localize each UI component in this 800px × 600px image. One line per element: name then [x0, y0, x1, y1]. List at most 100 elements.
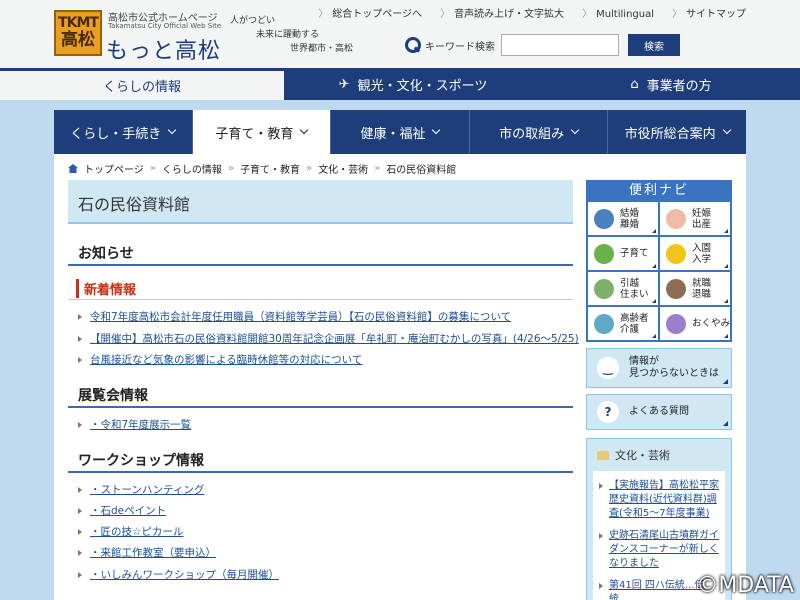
nav-torikumi[interactable]: 市の取組み: [470, 110, 609, 154]
slogan-line: 世界都市・高松: [290, 44, 354, 54]
benri-navi-title: 便利ナビ: [586, 180, 732, 202]
sidebar: 便利ナビ 結婚 離婚 妊娠 出産 子育て 入園 入学 引越 住まい 就職 退職 …: [586, 180, 732, 600]
util-link-top[interactable]: 〉総合トップページへ: [318, 5, 422, 20]
crumb-separator-icon: »: [306, 163, 313, 174]
nav-kenko[interactable]: 健康・福祉: [331, 110, 470, 154]
site-title[interactable]: もっと高松: [106, 33, 221, 65]
logo-text: TKMT: [58, 15, 99, 31]
list-item: 【開催中】高松市石の民俗資料館開館30周年記念企画展「牟礼町・庵治町むかしの写真…: [78, 331, 579, 346]
chevron-down-icon: [722, 125, 731, 135]
question-icon: ?: [597, 401, 619, 423]
exhibit-link[interactable]: ・令和7年度展示一覧: [90, 417, 191, 432]
benri-navi-grid: 結婚 離婚 妊娠 出産 子育て 入園 入学 引越 住まい 就職 退職 高齢者 介…: [586, 202, 732, 342]
util-link-multilingual[interactable]: 〉 Multilingual: [582, 5, 654, 20]
section-heading-exhibit: 展覧会情報: [78, 388, 148, 404]
chevron-right-icon: 〉: [582, 9, 593, 20]
school-hat-icon: [666, 243, 686, 264]
watermark: ©MDATA: [696, 573, 794, 598]
bullet-arrow-icon: [78, 335, 82, 342]
bullet-arrow-icon: [599, 583, 603, 589]
subheading-divider: [68, 299, 573, 300]
bullet-arrow-icon: [78, 313, 82, 320]
bullet-arrow-icon: [78, 528, 82, 535]
city-logo[interactable]: TKMT 高松: [54, 10, 102, 56]
not-found-button[interactable]: ‿ 情報が 見つからないときは: [586, 348, 732, 388]
bullet-arrow-icon: [78, 356, 82, 363]
list-item: 台風接近など気象の影響による臨時休館等の対応について: [78, 352, 362, 367]
list-item: ・石deペイント: [78, 503, 166, 518]
tab-jigyosha[interactable]: ⌂ 事業者の方: [542, 68, 800, 100]
utility-links: 〉総合トップページへ 〉音声読み上げ・文字拡大 〉 Multilingual 〉サ…: [318, 5, 746, 20]
chevron-right-icon: 〉: [672, 9, 682, 20]
tab-kanko[interactable]: ✈ 観光・文化・スポーツ: [284, 68, 542, 100]
list-item: ・いしみんワークショップ（毎月開催）: [78, 567, 279, 582]
search-input[interactable]: [501, 34, 619, 56]
chevron-right-icon: 〉: [440, 9, 451, 20]
faq-button[interactable]: ? よくある質問: [586, 394, 732, 430]
benri-item-condolence[interactable]: おくやみ: [660, 307, 730, 340]
section-divider: [68, 406, 573, 408]
benri-item-employment[interactable]: 就職 退職: [660, 272, 730, 305]
crumb-link[interactable]: 子育て・教育: [240, 161, 300, 176]
page-title: 石の民俗資料館: [68, 180, 573, 224]
benri-item-elderly[interactable]: 高齢者 介護: [588, 307, 658, 340]
chevron-down-icon: [570, 125, 580, 135]
main-nav: くらし・手続き 子育て・教育 健康・福祉 市の取組み 市役所総合案内: [54, 110, 746, 154]
util-link-voice[interactable]: 〉音声読み上げ・文字拡大: [440, 5, 564, 20]
pencil-icon: [594, 243, 614, 264]
benri-item-marriage[interactable]: 結婚 離婚: [588, 202, 658, 235]
site-header: TKMT 高松 高松市公式ホームページ Takamatsu City Offic…: [0, 0, 800, 68]
list-item: ・匠の技☆ピカール: [78, 524, 183, 539]
slogan: 人がつどい 未来に躍動する 世界都市・高松: [230, 14, 353, 56]
crumb-link[interactable]: トップページ: [84, 161, 144, 176]
news-link[interactable]: 台風接近など気象の影響による臨時休館等の対応について: [90, 352, 362, 367]
workshop-link[interactable]: ・石deペイント: [90, 503, 166, 518]
home-icon: [68, 164, 78, 173]
search-icon: [405, 37, 421, 53]
list-item: ・来館工作教室（要申込）: [78, 545, 216, 560]
crumb-link[interactable]: 文化・芸術: [318, 161, 368, 176]
crumb-link[interactable]: くらしの情報: [162, 161, 222, 176]
house-icon: [594, 278, 614, 299]
section-heading-news: お知らせ: [78, 246, 134, 262]
list-item: 史跡石清尾山古墳群ガイダンスコーナーが新しくなりました: [599, 529, 719, 571]
tab-kurashi[interactable]: くらしの情報: [0, 68, 284, 100]
search-area: キーワード検索 検索: [405, 34, 680, 56]
site-name-en: Takamatsu City Official Web Site: [108, 22, 222, 30]
workshop-link[interactable]: ・ストーンハンティング: [90, 482, 204, 497]
benri-item-moving[interactable]: 引越 住まい: [588, 272, 658, 305]
chevron-down-icon: [432, 125, 441, 135]
culture-link[interactable]: 【実施報告】高松松平家歴史資料(近代資料群)調査(令和5～7年度事業): [609, 479, 719, 521]
crumb-separator-icon: »: [227, 163, 235, 174]
airplane-icon: ✈: [338, 76, 350, 92]
news-link[interactable]: 【開催中】高松市石の民俗資料館開館30周年記念企画展「牟礼町・庵治町むかしの写真…: [90, 331, 579, 346]
list-item: ・ストーンハンティング: [78, 482, 204, 497]
nav-kurashi[interactable]: くらし・手続き: [54, 110, 193, 154]
benri-item-childcare[interactable]: 子育て: [588, 237, 658, 270]
search-button[interactable]: 検索: [628, 34, 680, 56]
folder-icon: [597, 450, 609, 460]
benri-item-school[interactable]: 入園 入学: [660, 237, 730, 270]
benri-item-pregnancy[interactable]: 妊娠 出産: [660, 202, 730, 235]
briefcase-icon: [666, 278, 686, 299]
workshop-link[interactable]: ・いしみんワークショップ（毎月開催）: [90, 567, 279, 582]
section-divider: [68, 471, 573, 473]
flower-icon: [666, 313, 686, 334]
nav-annai[interactable]: 市役所総合案内: [608, 110, 746, 154]
util-link-sitemap[interactable]: 〉サイトマップ: [672, 5, 746, 20]
marriage-icon: [594, 208, 614, 229]
workshop-link[interactable]: ・来館工作教室（要申込）: [90, 545, 216, 560]
subheading-new: 新着情報: [76, 279, 136, 298]
culture-heading: 文化・芸術: [593, 445, 725, 471]
logo-text-kanji: 高松: [61, 30, 95, 50]
face-icon: ‿: [597, 357, 619, 379]
slogan-line: 未来に躍動する: [256, 30, 320, 40]
nav-kosodate[interactable]: 子育て・教育: [192, 110, 332, 154]
bullet-arrow-icon: [78, 486, 82, 493]
culture-link[interactable]: 史跡石清尾山古墳群ガイダンスコーナーが新しくなりました: [609, 529, 719, 571]
news-link[interactable]: 令和7年度高松市会計年度任用職員（資料館等学芸員）【石の民俗資料館】の募集につい…: [90, 309, 511, 324]
workshop-link[interactable]: ・匠の技☆ピカール: [90, 524, 183, 539]
bullet-arrow-icon: [78, 571, 82, 578]
section-heading-workshop: ワークショップ情報: [78, 453, 204, 469]
crumb-separator-icon: »: [374, 163, 381, 174]
